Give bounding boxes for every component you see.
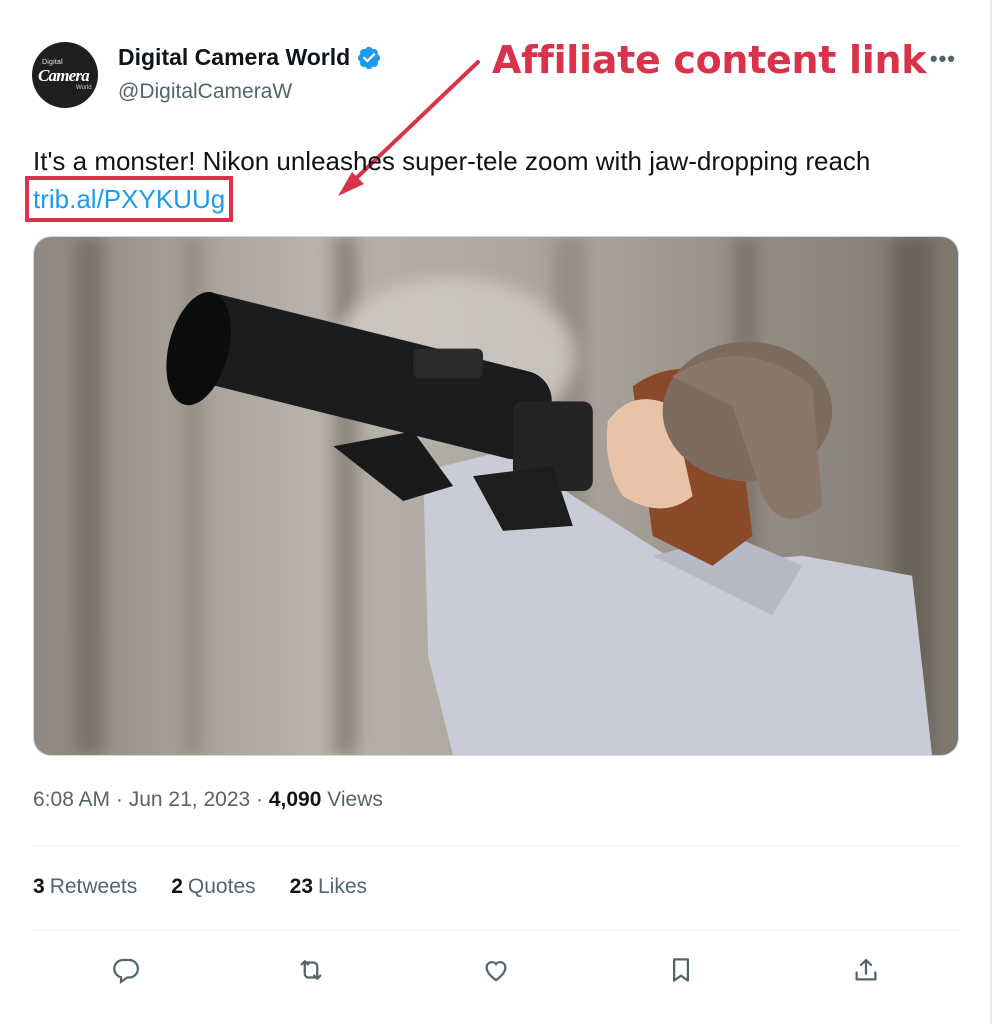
likes-stat[interactable]: 23 Likes bbox=[290, 875, 367, 899]
retweets-label: Retweets bbox=[49, 875, 138, 898]
retweet-icon bbox=[300, 960, 322, 980]
tweet-meta: 6:08 AM · Jun 21, 2023 · 4,090 Views bbox=[33, 788, 383, 812]
like-button[interactable] bbox=[479, 953, 513, 987]
likes-label: Likes bbox=[318, 875, 368, 898]
more-options-icon[interactable]: ••• bbox=[930, 46, 956, 72]
affiliate-link[interactable]: trib.al/PXYKUUg bbox=[24, 176, 234, 222]
engagement-stats: 3 Retweets 2 Quotes 23 Likes bbox=[33, 875, 401, 899]
author-name-row: Digital Camera World bbox=[118, 44, 382, 71]
bookmark-button[interactable] bbox=[664, 953, 698, 987]
quotes-label: Quotes bbox=[187, 875, 256, 898]
photographer-with-telephoto-lens-image bbox=[34, 237, 958, 755]
author-handle[interactable]: @DigitalCameraW bbox=[118, 80, 292, 104]
annotation-label: Affiliate content link bbox=[492, 38, 927, 82]
meta-separator: · bbox=[115, 788, 129, 811]
likes-count: 23 bbox=[289, 875, 313, 898]
share-icon bbox=[855, 958, 877, 981]
retweets-count: 3 bbox=[33, 875, 45, 898]
action-bar bbox=[33, 948, 959, 992]
meta-separator: · bbox=[256, 788, 269, 811]
divider bbox=[33, 930, 959, 931]
verified-badge-icon bbox=[358, 46, 381, 69]
share-button[interactable] bbox=[849, 953, 883, 987]
views-count: 4,090 bbox=[268, 788, 322, 811]
like-icon bbox=[485, 961, 507, 982]
avatar-logo-small-text: Digital bbox=[42, 59, 63, 66]
tweet-text: It's a monster! Nikon unleashes super-te… bbox=[24, 142, 933, 222]
bookmark-icon bbox=[673, 958, 690, 982]
reply-icon bbox=[112, 958, 139, 985]
avatar[interactable]: Digital Camera World bbox=[32, 42, 98, 108]
quotes-count: 2 bbox=[171, 875, 183, 898]
divider bbox=[33, 845, 959, 846]
avatar-logo-world-text: World bbox=[76, 85, 92, 91]
views-label: Views bbox=[327, 788, 383, 811]
quotes-stat[interactable]: 2 Quotes bbox=[171, 875, 255, 899]
retweet-button[interactable] bbox=[294, 953, 328, 987]
reply-button[interactable] bbox=[109, 953, 143, 987]
avatar-logo-camera-text: Camera bbox=[38, 66, 90, 85]
display-name[interactable]: Digital Camera World bbox=[118, 44, 350, 71]
tweet-photo[interactable] bbox=[33, 236, 959, 756]
retweets-stat[interactable]: 3 Retweets bbox=[33, 875, 137, 899]
tweet-card: Digital Camera World Digital Camera Worl… bbox=[0, 0, 992, 1024]
tweet-body: It's a monster! Nikon unleashes super-te… bbox=[33, 146, 871, 176]
tweet-date[interactable]: Jun 21, 2023 bbox=[129, 788, 250, 811]
avatar-logo: Digital Camera World bbox=[34, 55, 96, 95]
tweet-time[interactable]: 6:08 AM bbox=[33, 788, 110, 811]
